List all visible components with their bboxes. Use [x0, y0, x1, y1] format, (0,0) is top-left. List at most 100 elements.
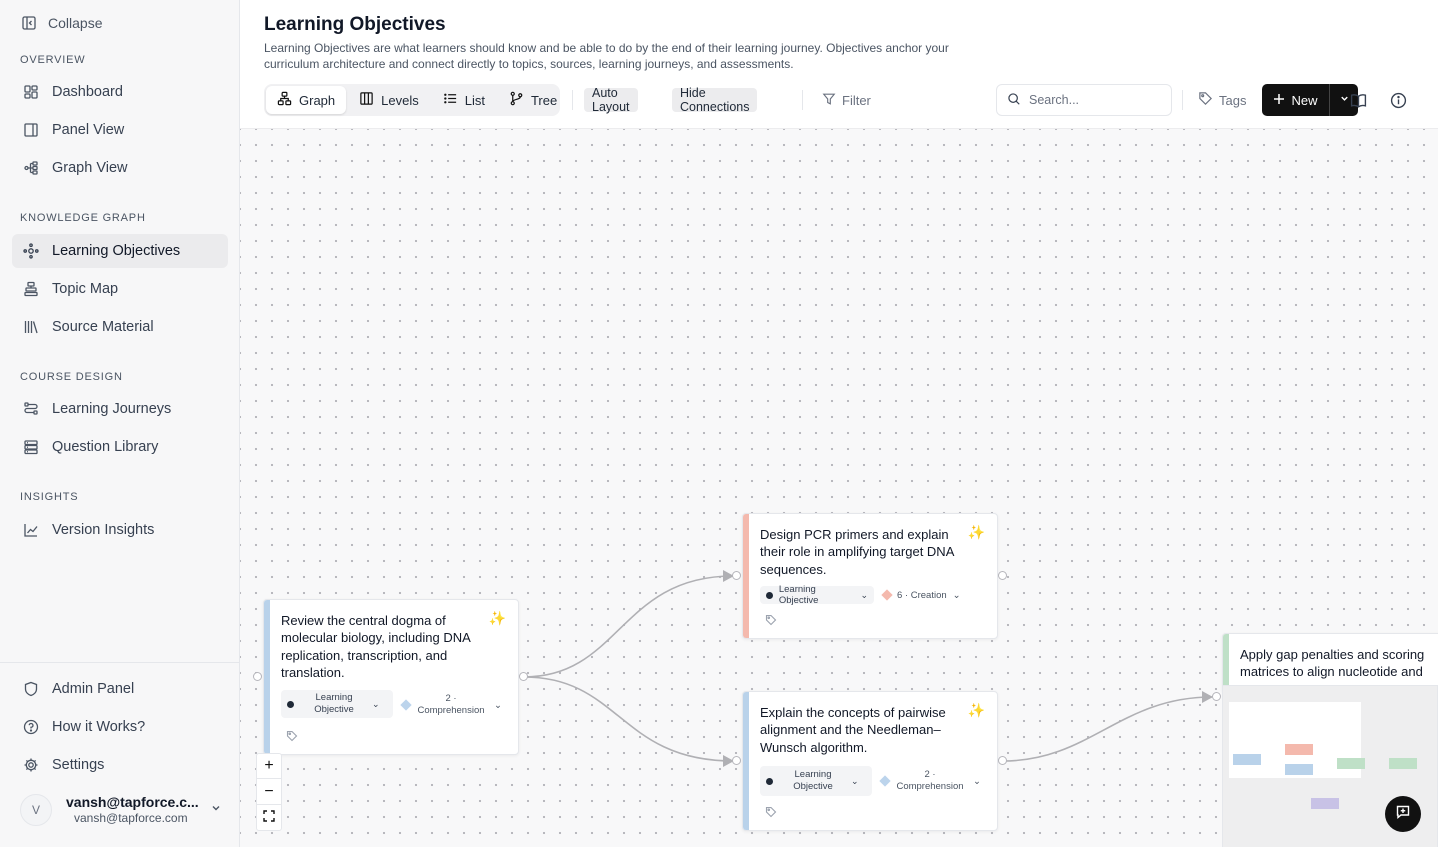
sidebar-item-graph-view[interactable]: Graph View: [12, 151, 228, 185]
filter-button[interactable]: Filter: [822, 88, 871, 112]
graph-canvas[interactable]: Review the central dogma of molecular bi…: [240, 128, 1438, 847]
sparkle-icon[interactable]: ✨: [968, 524, 985, 541]
node-handle-out[interactable]: [519, 672, 528, 681]
chat-button[interactable]: [1385, 796, 1421, 832]
auto-layout-button[interactable]: Auto Layout: [584, 86, 638, 114]
sparkle-icon[interactable]: ✨: [968, 702, 985, 719]
type-label: Learning Objective: [314, 692, 354, 715]
book-open-icon[interactable]: [1348, 90, 1368, 110]
tag-icon[interactable]: [765, 806, 777, 821]
node-handle-out[interactable]: [998, 571, 1007, 580]
sidebar-item-settings[interactable]: Settings: [12, 748, 228, 782]
type-dropdown[interactable]: Learning Objective ⌄: [281, 690, 393, 718]
type-dropdown[interactable]: Learning Objective ⌄: [760, 766, 872, 796]
tab-list[interactable]: List: [432, 86, 496, 114]
minimap-node: [1311, 798, 1339, 809]
sidebar-item-admin-panel[interactable]: Admin Panel: [12, 672, 228, 706]
sidebar-item-label: Learning Objectives: [52, 243, 181, 259]
minimap-node: [1285, 744, 1313, 755]
main-content: Learning Objectives Learning Objectives …: [240, 0, 1438, 847]
level-diamond-icon: [400, 699, 412, 711]
search-placeholder: Search...: [1029, 93, 1080, 107]
search-input[interactable]: Search...: [996, 84, 1172, 116]
node-handle-in[interactable]: [732, 756, 741, 765]
objective-node[interactable]: Design PCR primers and explain their rol…: [742, 513, 998, 639]
node-handle-out[interactable]: [998, 756, 1007, 765]
type-dot: [287, 700, 294, 708]
objective-node[interactable]: Review the central dogma of molecular bi…: [263, 599, 519, 755]
type-dropdown[interactable]: Learning Objective ⌄: [760, 584, 874, 606]
tag-icon[interactable]: [765, 614, 777, 629]
sidebar-item-learning-journeys[interactable]: Learning Journeys: [12, 392, 228, 426]
graph-view-icon: [22, 159, 40, 177]
type-label: Learning Objective: [793, 769, 833, 792]
objective-node[interactable]: Apply gap penalties and scoring matrices…: [1222, 633, 1438, 693]
level-label: 6 · Creation: [897, 589, 947, 601]
fit-view-button[interactable]: [257, 805, 281, 830]
toolbar-divider: [1182, 90, 1183, 110]
edge: [1002, 696, 1213, 762]
node-handle-in[interactable]: [253, 672, 262, 681]
filter-icon: [822, 92, 836, 109]
sidebar-collapse-icon: [20, 14, 38, 32]
edge: [523, 575, 734, 678]
hide-connections-button[interactable]: Hide Connections: [672, 86, 758, 114]
chevron-down-icon: ⌄: [860, 589, 868, 600]
type-dot: [766, 777, 773, 785]
type-dot: [766, 591, 773, 599]
level-diamond-icon: [879, 775, 891, 787]
topic-map-icon: [22, 280, 40, 298]
collapse-label: Collapse: [48, 15, 103, 31]
zoom-in-button[interactable]: +: [257, 754, 281, 780]
section-insights: INSIGHTS: [20, 491, 79, 503]
user-info: vansh@tapforce.c... vansh@tapforce.com: [66, 794, 199, 826]
tab-tree[interactable]: Tree: [498, 86, 568, 114]
type-label: Learning Objective: [778, 584, 819, 606]
info-icon[interactable]: [1388, 90, 1408, 110]
sidebar-item-label: Settings: [52, 757, 105, 773]
sidebar-item-version-insights[interactable]: Version Insights: [12, 513, 228, 547]
new-button[interactable]: New: [1262, 84, 1330, 116]
question-library-icon: [22, 438, 40, 456]
node-text: Explain the concepts of pairwise alignme…: [760, 705, 946, 755]
graph-icon: [277, 91, 292, 109]
dashboard-icon: [22, 83, 40, 101]
tags-button[interactable]: Tags: [1198, 88, 1246, 112]
user-name: vansh@tapforce.c...: [66, 794, 199, 810]
objective-node[interactable]: Explain the concepts of pairwise alignme…: [742, 691, 998, 831]
sidebar-item-panel-view[interactable]: Panel View: [12, 113, 228, 147]
new-button-group: New: [1262, 84, 1358, 116]
level-dropdown[interactable]: 2 · Comprehension ⌄: [400, 692, 502, 718]
minimap-node: [1285, 764, 1313, 775]
sidebar-item-source-material[interactable]: Source Material: [12, 310, 228, 344]
sidebar: Collapse OVERVIEW Dashboard Panel View G…: [0, 0, 240, 847]
zoom-out-button[interactable]: −: [257, 779, 281, 805]
sidebar-item-label: Admin Panel: [52, 681, 135, 697]
chart-line-icon: [22, 521, 40, 539]
chevron-down-icon: ⌄: [851, 775, 859, 786]
node-accent-bar: [743, 514, 749, 638]
level-dropdown[interactable]: 6 · Creation ⌄: [881, 586, 961, 604]
tag-icon[interactable]: [286, 730, 298, 745]
tab-label: Tree: [530, 92, 558, 108]
user-menu[interactable]: V vansh@tapforce.c... vansh@tapforce.com: [20, 790, 230, 830]
user-email: vansh@tapforce.com: [74, 811, 188, 825]
level-dropdown[interactable]: 2 · Comprehension ⌄: [879, 768, 981, 794]
sidebar-item-question-library[interactable]: Question Library: [12, 430, 228, 464]
collapse-button[interactable]: Collapse: [20, 14, 102, 32]
tab-graph[interactable]: Graph: [266, 86, 347, 114]
node-handle-in[interactable]: [732, 571, 741, 580]
tab-levels[interactable]: Levels: [348, 86, 430, 114]
chevron-down-icon: [210, 802, 222, 817]
sidebar-item-learning-objectives[interactable]: Learning Objectives: [12, 234, 228, 268]
sidebar-item-dashboard[interactable]: Dashboard: [12, 75, 228, 109]
section-overview: OVERVIEW: [20, 54, 86, 66]
tags-label: Tags: [1219, 92, 1247, 108]
new-label: New: [1291, 92, 1318, 108]
node-handle-in[interactable]: [1212, 692, 1221, 701]
sidebar-item-how-it-works[interactable]: How it Works?: [12, 710, 228, 744]
sidebar-item-topic-map[interactable]: Topic Map: [12, 272, 228, 306]
section-knowledge-graph: KNOWLEDGE GRAPH: [20, 212, 146, 224]
sparkle-icon[interactable]: ✨: [489, 610, 506, 627]
tab-label: Levels: [381, 92, 419, 108]
